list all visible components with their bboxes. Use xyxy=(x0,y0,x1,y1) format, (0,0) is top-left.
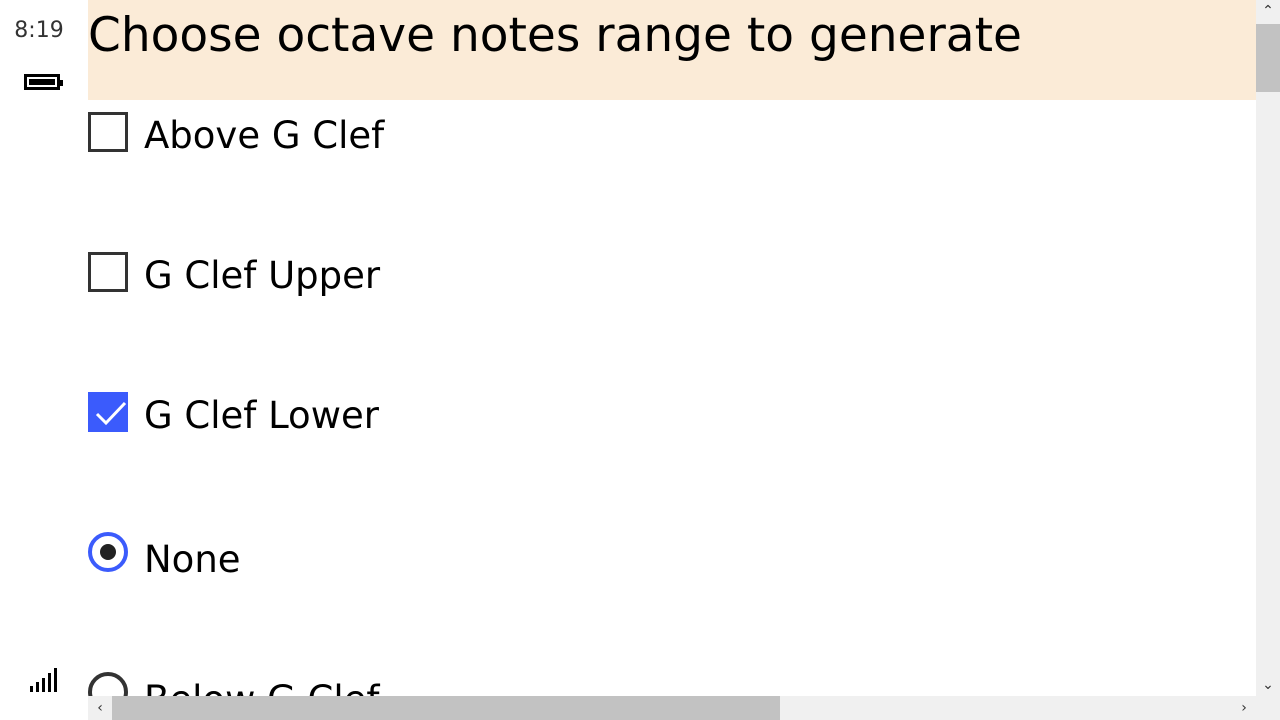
radio-dot-icon xyxy=(100,544,116,560)
status-bar: 8:19 xyxy=(0,0,88,720)
option-label: Above G Clef xyxy=(144,114,385,157)
page-title: Choose octave notes range to generate xyxy=(88,8,1022,63)
option-label: G Clef Upper xyxy=(144,254,381,297)
checkbox-checked-icon[interactable] xyxy=(88,392,128,432)
option-label: G Clef Lower xyxy=(144,394,379,437)
signal-strength-icon xyxy=(30,668,60,692)
chevron-right-icon[interactable]: › xyxy=(1232,696,1256,720)
radio-unselected-icon[interactable] xyxy=(88,672,128,696)
vertical-scroll-thumb[interactable] xyxy=(1256,24,1280,92)
vertical-scrollbar[interactable]: ⌃ ⌄ xyxy=(1256,0,1280,696)
checkbox-g-clef-lower[interactable]: G Clef Lower xyxy=(88,392,788,442)
option-label: Below G Clef xyxy=(144,678,379,696)
checkbox-unchecked-icon[interactable] xyxy=(88,112,128,152)
options-panel[interactable]: Choose octave notes range to generate Ab… xyxy=(88,0,1256,696)
checkbox-above-g-clef[interactable]: Above G Clef xyxy=(88,112,788,162)
radio-none[interactable]: None xyxy=(88,532,788,582)
chevron-left-icon[interactable]: ‹ xyxy=(88,696,112,720)
horizontal-scroll-thumb[interactable] xyxy=(112,696,780,720)
status-time: 8:19 xyxy=(14,18,64,43)
option-label: None xyxy=(144,538,241,581)
page-header: Choose octave notes range to generate xyxy=(88,0,1256,100)
chevron-down-icon[interactable]: ⌄ xyxy=(1256,674,1280,696)
radio-selected-icon[interactable] xyxy=(88,532,128,572)
radio-below-g-clef[interactable]: Below G Clef xyxy=(88,672,788,696)
battery-icon xyxy=(24,74,63,90)
horizontal-scrollbar[interactable]: ‹ › xyxy=(88,696,1280,720)
chevron-up-icon[interactable]: ⌃ xyxy=(1256,0,1280,22)
checkmark-icon xyxy=(95,401,127,426)
checkbox-g-clef-upper[interactable]: G Clef Upper xyxy=(88,252,788,302)
checkbox-unchecked-icon[interactable] xyxy=(88,252,128,292)
